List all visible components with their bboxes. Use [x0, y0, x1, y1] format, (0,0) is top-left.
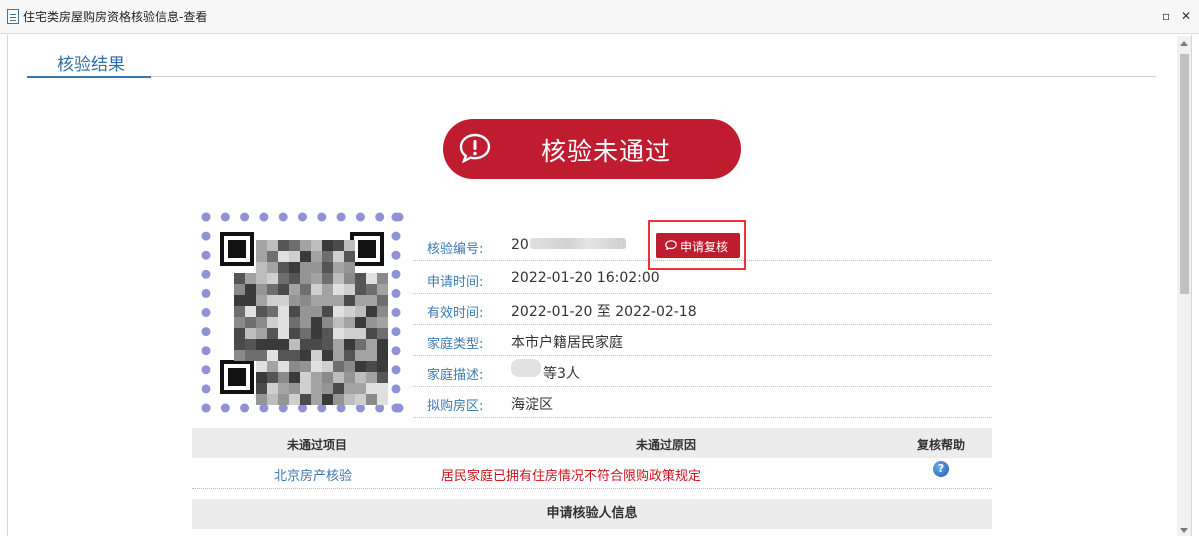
info-row-family-desc: 家庭描述: 等3人	[413, 356, 992, 387]
fail-item[interactable]: 北京房产核验	[274, 465, 352, 484]
info-key: 申请时间:	[427, 275, 484, 290]
info-value: 2022-01-20 至 2022-02-18	[511, 304, 697, 320]
header-fail-item: 未通过项目	[287, 438, 348, 452]
header-review-help: 复核帮助	[917, 438, 966, 452]
fail-table-header: 未通过项目 未通过原因 复核帮助	[192, 428, 992, 458]
table-row: 北京房产核验 居民家庭已拥有住房情况不符合限购政策规定 ?	[192, 458, 992, 489]
info-key: 核验编号:	[427, 242, 484, 257]
result-banner: 核验未通过	[443, 119, 741, 179]
document-icon	[7, 9, 19, 24]
apply-review-label: 申请复核	[680, 240, 729, 254]
scrollbar-thumb[interactable]	[1180, 54, 1189, 294]
scroll-down-icon[interactable]	[1180, 528, 1188, 533]
info-value: 等3人	[543, 366, 580, 382]
redacted-name	[511, 359, 541, 377]
chat-icon	[665, 240, 677, 250]
info-row-family-type: 家庭类型: 本市户籍居民家庭	[413, 325, 992, 356]
window-titlebar: 住宅类房屋购房资格核验信息-查看 ▫ ✕	[0, 0, 1199, 34]
applicant-section-title: 申请核验人信息	[192, 499, 992, 529]
info-key: 拟购房区:	[427, 399, 484, 414]
info-value: 20	[511, 237, 529, 253]
result-text: 核验未通过	[541, 137, 672, 166]
info-key: 家庭描述:	[427, 368, 484, 383]
header-fail-reason: 未通过原因	[636, 438, 697, 452]
redacted-number	[530, 238, 626, 249]
window-title: 住宅类房屋购房资格核验信息-查看	[23, 10, 208, 24]
info-value: 海淀区	[511, 397, 553, 413]
info-value: 2022-01-20 16:02:00	[511, 270, 660, 286]
fail-reason: 居民家庭已拥有住房情况不符合限购政策规定	[441, 469, 702, 484]
close-button[interactable]: ✕	[1181, 8, 1191, 24]
info-row-valid-period: 有效时间: 2022-01-20 至 2022-02-18	[413, 294, 992, 325]
info-key: 家庭类型:	[427, 337, 484, 352]
qr-code	[201, 212, 404, 413]
tab-verification-result[interactable]: 核验结果	[27, 48, 151, 78]
alert-speech-icon	[459, 133, 491, 163]
section-divider	[151, 76, 1156, 77]
maximize-button[interactable]: ▫	[1162, 8, 1170, 24]
scroll-up-icon[interactable]	[1180, 41, 1188, 46]
apply-review-button[interactable]: 申请复核	[656, 233, 740, 258]
info-value: 本市户籍居民家庭	[511, 335, 623, 351]
help-icon[interactable]: ?	[933, 461, 949, 477]
vertical-scrollbar[interactable]	[1177, 36, 1191, 536]
info-row-purchase-district: 拟购房区: 海淀区	[413, 387, 992, 418]
tab-label: 核验结果	[57, 55, 125, 75]
info-key: 有效时间:	[427, 306, 484, 321]
